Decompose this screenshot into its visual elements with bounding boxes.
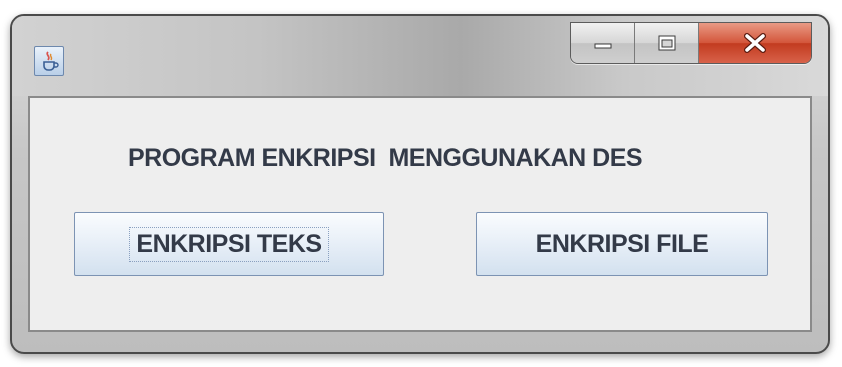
- encrypt-file-button[interactable]: ENKRIPSI FILE: [476, 212, 768, 276]
- encrypt-text-label: ENKRIPSI TEKS: [129, 226, 329, 262]
- close-button[interactable]: [699, 23, 811, 63]
- content-panel: PROGRAM ENKRIPSI MENGGUNAKAN DES ENKRIPS…: [28, 96, 812, 332]
- maximize-icon: [658, 35, 675, 51]
- title-bar[interactable]: [12, 16, 828, 96]
- java-cup-icon[interactable]: [34, 46, 64, 76]
- window-controls: [570, 22, 812, 64]
- minimize-icon: [594, 43, 611, 49]
- program-heading: PROGRAM ENKRIPSI MENGGUNAKAN DES: [128, 144, 643, 172]
- minimize-button[interactable]: [571, 23, 635, 63]
- encrypt-file-label: ENKRIPSI FILE: [535, 229, 709, 258]
- close-icon: [744, 33, 766, 53]
- maximize-button[interactable]: [635, 23, 699, 63]
- app-window: PROGRAM ENKRIPSI MENGGUNAKAN DES ENKRIPS…: [10, 14, 830, 354]
- encrypt-text-button[interactable]: ENKRIPSI TEKS: [74, 212, 384, 276]
